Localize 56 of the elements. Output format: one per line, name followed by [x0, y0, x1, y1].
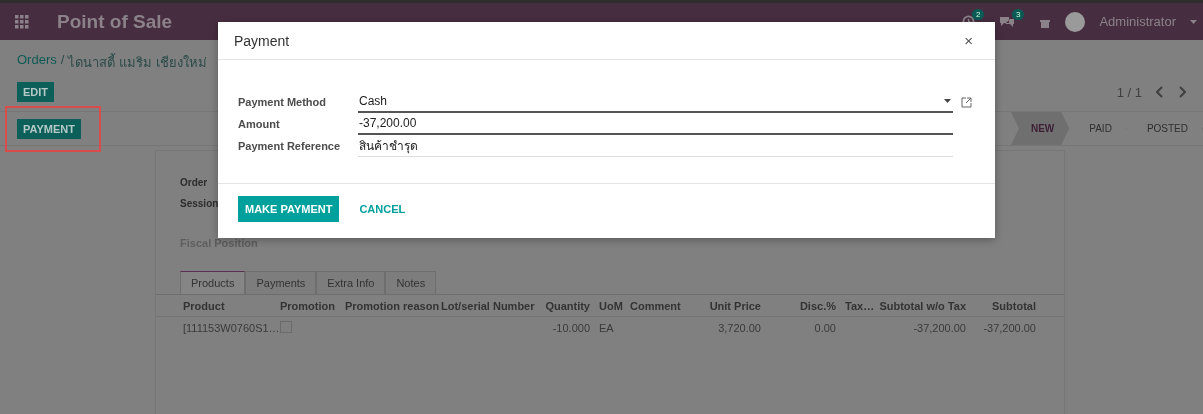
user-menu[interactable]: Administrator	[1099, 14, 1176, 29]
table-cell-text: 3,720.00	[717, 322, 762, 334]
table-cell-text: -37,200.00	[912, 322, 967, 334]
column-header[interactable]: Promotion	[277, 299, 342, 312]
field-label: Payment Reference	[238, 140, 342, 152]
table-cell-text: EA	[598, 322, 615, 334]
column-header[interactable]: Disc.%	[767, 299, 842, 312]
field-label: Amount	[238, 118, 281, 130]
column-header[interactable]: Quantity	[538, 299, 596, 312]
field-label: Session	[180, 198, 219, 209]
user-avatar[interactable]	[1065, 11, 1086, 32]
field-label: Order	[180, 177, 208, 188]
status-step[interactable]: POSTED	[1126, 112, 1203, 145]
column-header[interactable]: Subtotal w/o Tax	[877, 299, 972, 312]
make-payment-button[interactable]: MAKE PAYMENT	[238, 196, 340, 222]
apps-menu-icon[interactable]	[15, 14, 29, 29]
breadcrumb-link[interactable]: Orders	[17, 52, 57, 73]
table-cell-text: [111153W0760S1…	[182, 322, 277, 334]
app-title: Point of Sale	[57, 10, 173, 33]
edit-button[interactable]: EDIT	[17, 82, 55, 102]
column-header[interactable]: Tax…	[842, 299, 877, 312]
breadcrumb-separator: /	[60, 52, 65, 69]
select-field[interactable]: Cash	[358, 91, 953, 113]
column-header[interactable]: Lot/serial Number	[438, 299, 538, 312]
tab[interactable]: Payments	[245, 271, 317, 294]
message-count: 3	[1011, 9, 1025, 20]
record-title: ไดนาสตี้ แมริม เชียงใหม่	[68, 52, 207, 72]
status-step[interactable]: PAID	[1069, 112, 1127, 145]
cancel-button[interactable]: CANCEL	[353, 202, 412, 216]
caret-icon	[944, 99, 951, 103]
dialog-title: Payment	[234, 32, 290, 49]
column-header[interactable]: Comment	[627, 299, 697, 312]
column-header[interactable]: Promotion reason	[342, 299, 438, 312]
payment-button[interactable]: PAYMENT	[17, 118, 81, 139]
status-step[interactable]: NEW	[1010, 112, 1070, 145]
field-label: Payment Method	[238, 96, 327, 108]
close-button[interactable]: ×	[958, 31, 979, 50]
tab[interactable]: Notes	[385, 271, 437, 294]
table-cell-text: 0.00	[813, 322, 837, 334]
column-header[interactable]: Product	[180, 299, 277, 312]
tab[interactable]: Extra Info	[316, 271, 386, 294]
column-header[interactable]: UoM	[596, 299, 627, 312]
column-header[interactable]: Unit Price	[697, 299, 767, 312]
table-cell-text: -10.000	[551, 322, 591, 334]
column-header[interactable]: Subtotal	[972, 299, 1042, 312]
previous-icon[interactable]	[1156, 86, 1164, 98]
tab[interactable]: Products	[180, 271, 246, 294]
pager: 1 / 1	[1116, 84, 1142, 100]
external-link-icon[interactable]	[961, 96, 972, 108]
caret-icon	[1190, 19, 1197, 24]
input-field[interactable]: -37,200.00	[358, 113, 953, 135]
activity-count: 2	[971, 9, 985, 20]
table-cell-text: -37,200.00	[982, 322, 1037, 334]
next-icon[interactable]	[1178, 86, 1186, 98]
chat-icon[interactable]	[999, 15, 1016, 28]
input-field[interactable]: สินค้าชำรุด	[358, 135, 953, 157]
